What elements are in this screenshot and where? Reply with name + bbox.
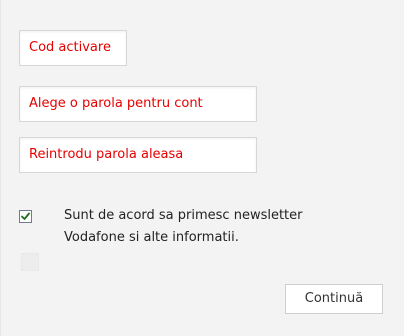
password-confirm-placeholder: Reintrodu parola aleasa [29,147,184,162]
newsletter-checkbox[interactable] [19,210,32,223]
password-confirm-input[interactable]: Reintrodu parola aleasa [19,137,257,173]
password-input[interactable]: Alege o parola pentru cont [19,86,257,122]
activation-code-placeholder: Cod activare [29,40,111,55]
continue-button[interactable]: Continuă [285,284,383,314]
activation-code-input[interactable]: Cod activare [19,30,127,66]
password-placeholder: Alege o parola pentru cont [29,96,203,111]
registration-form: Cod activare Alege o parola pentru cont … [0,0,404,336]
newsletter-consent-label: Sunt de acord sa primesc newsletter Voda… [64,208,303,245]
checkmark-icon [21,212,30,220]
faded-checkbox-placeholder [21,253,39,271]
